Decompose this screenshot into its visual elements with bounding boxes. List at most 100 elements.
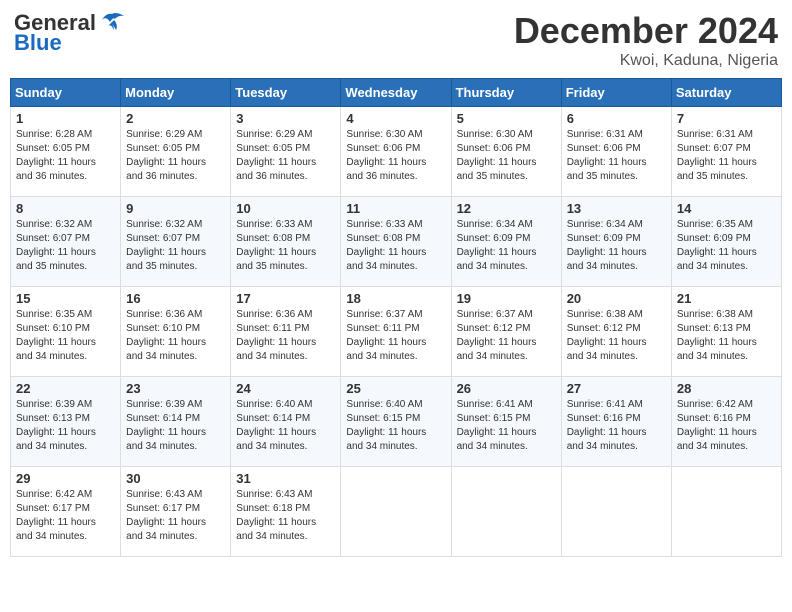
day-number: 11 xyxy=(346,201,445,216)
day-info: Sunrise: 6:42 AM Sunset: 6:17 PM Dayligh… xyxy=(16,488,115,544)
day-number: 17 xyxy=(236,291,335,306)
day-number: 12 xyxy=(457,201,556,216)
day-info: Sunrise: 6:39 AM Sunset: 6:13 PM Dayligh… xyxy=(16,398,115,454)
day-info: Sunrise: 6:35 AM Sunset: 6:09 PM Dayligh… xyxy=(677,218,776,274)
calendar-day-cell: 5 Sunrise: 6:30 AM Sunset: 6:06 PM Dayli… xyxy=(451,107,561,197)
calendar-day-cell: 9 Sunrise: 6:32 AM Sunset: 6:07 PM Dayli… xyxy=(121,197,231,287)
calendar-day-cell: 22 Sunrise: 6:39 AM Sunset: 6:13 PM Dayl… xyxy=(11,377,121,467)
day-number: 27 xyxy=(567,381,666,396)
day-of-week-header: Monday xyxy=(121,79,231,107)
day-number: 21 xyxy=(677,291,776,306)
calendar-day-cell: 28 Sunrise: 6:42 AM Sunset: 6:16 PM Dayl… xyxy=(671,377,781,467)
day-number: 13 xyxy=(567,201,666,216)
day-number: 28 xyxy=(677,381,776,396)
calendar-day-cell xyxy=(341,467,451,557)
day-info: Sunrise: 6:31 AM Sunset: 6:07 PM Dayligh… xyxy=(677,128,776,184)
calendar-week-row: 22 Sunrise: 6:39 AM Sunset: 6:13 PM Dayl… xyxy=(11,377,782,467)
day-number: 25 xyxy=(346,381,445,396)
calendar-day-cell: 27 Sunrise: 6:41 AM Sunset: 6:16 PM Dayl… xyxy=(561,377,671,467)
calendar-day-cell: 21 Sunrise: 6:38 AM Sunset: 6:13 PM Dayl… xyxy=(671,287,781,377)
calendar-day-cell: 20 Sunrise: 6:38 AM Sunset: 6:12 PM Dayl… xyxy=(561,287,671,377)
day-number: 26 xyxy=(457,381,556,396)
day-of-week-header: Tuesday xyxy=(231,79,341,107)
calendar-day-cell: 8 Sunrise: 6:32 AM Sunset: 6:07 PM Dayli… xyxy=(11,197,121,287)
day-info: Sunrise: 6:35 AM Sunset: 6:10 PM Dayligh… xyxy=(16,308,115,364)
calendar-day-cell: 31 Sunrise: 6:43 AM Sunset: 6:18 PM Dayl… xyxy=(231,467,341,557)
logo: General Blue xyxy=(14,10,126,56)
calendar-week-row: 8 Sunrise: 6:32 AM Sunset: 6:07 PM Dayli… xyxy=(11,197,782,287)
calendar-day-cell: 2 Sunrise: 6:29 AM Sunset: 6:05 PM Dayli… xyxy=(121,107,231,197)
page-header: General Blue December 2024 Kwoi, Kaduna,… xyxy=(10,10,782,70)
day-info: Sunrise: 6:34 AM Sunset: 6:09 PM Dayligh… xyxy=(457,218,556,274)
day-number: 5 xyxy=(457,111,556,126)
day-info: Sunrise: 6:40 AM Sunset: 6:15 PM Dayligh… xyxy=(346,398,445,454)
calendar-day-cell: 11 Sunrise: 6:33 AM Sunset: 6:08 PM Dayl… xyxy=(341,197,451,287)
calendar-day-cell: 29 Sunrise: 6:42 AM Sunset: 6:17 PM Dayl… xyxy=(11,467,121,557)
calendar-day-cell: 13 Sunrise: 6:34 AM Sunset: 6:09 PM Dayl… xyxy=(561,197,671,287)
day-number: 2 xyxy=(126,111,225,126)
day-number: 14 xyxy=(677,201,776,216)
day-number: 3 xyxy=(236,111,335,126)
day-of-week-header: Wednesday xyxy=(341,79,451,107)
day-info: Sunrise: 6:33 AM Sunset: 6:08 PM Dayligh… xyxy=(346,218,445,274)
location: Kwoi, Kaduna, Nigeria xyxy=(514,52,778,70)
day-info: Sunrise: 6:37 AM Sunset: 6:12 PM Dayligh… xyxy=(457,308,556,364)
day-info: Sunrise: 6:29 AM Sunset: 6:05 PM Dayligh… xyxy=(126,128,225,184)
calendar-day-cell: 24 Sunrise: 6:40 AM Sunset: 6:14 PM Dayl… xyxy=(231,377,341,467)
day-number: 9 xyxy=(126,201,225,216)
calendar-day-cell: 10 Sunrise: 6:33 AM Sunset: 6:08 PM Dayl… xyxy=(231,197,341,287)
day-info: Sunrise: 6:43 AM Sunset: 6:17 PM Dayligh… xyxy=(126,488,225,544)
calendar-day-cell: 3 Sunrise: 6:29 AM Sunset: 6:05 PM Dayli… xyxy=(231,107,341,197)
calendar-day-cell: 30 Sunrise: 6:43 AM Sunset: 6:17 PM Dayl… xyxy=(121,467,231,557)
day-info: Sunrise: 6:42 AM Sunset: 6:16 PM Dayligh… xyxy=(677,398,776,454)
calendar-day-cell: 23 Sunrise: 6:39 AM Sunset: 6:14 PM Dayl… xyxy=(121,377,231,467)
day-info: Sunrise: 6:36 AM Sunset: 6:10 PM Dayligh… xyxy=(126,308,225,364)
day-info: Sunrise: 6:28 AM Sunset: 6:05 PM Dayligh… xyxy=(16,128,115,184)
day-number: 7 xyxy=(677,111,776,126)
month-title: December 2024 xyxy=(514,10,778,52)
calendar-day-cell: 26 Sunrise: 6:41 AM Sunset: 6:15 PM Dayl… xyxy=(451,377,561,467)
calendar-day-cell: 16 Sunrise: 6:36 AM Sunset: 6:10 PM Dayl… xyxy=(121,287,231,377)
day-number: 10 xyxy=(236,201,335,216)
calendar-day-cell xyxy=(451,467,561,557)
day-info: Sunrise: 6:39 AM Sunset: 6:14 PM Dayligh… xyxy=(126,398,225,454)
logo-text-blue: Blue xyxy=(14,30,62,56)
day-info: Sunrise: 6:32 AM Sunset: 6:07 PM Dayligh… xyxy=(16,218,115,274)
day-number: 19 xyxy=(457,291,556,306)
calendar-table: SundayMondayTuesdayWednesdayThursdayFrid… xyxy=(10,78,782,557)
day-number: 20 xyxy=(567,291,666,306)
calendar-week-row: 29 Sunrise: 6:42 AM Sunset: 6:17 PM Dayl… xyxy=(11,467,782,557)
day-info: Sunrise: 6:37 AM Sunset: 6:11 PM Dayligh… xyxy=(346,308,445,364)
day-number: 31 xyxy=(236,471,335,486)
calendar-day-cell: 12 Sunrise: 6:34 AM Sunset: 6:09 PM Dayl… xyxy=(451,197,561,287)
calendar-day-cell xyxy=(671,467,781,557)
day-number: 1 xyxy=(16,111,115,126)
day-number: 15 xyxy=(16,291,115,306)
day-info: Sunrise: 6:29 AM Sunset: 6:05 PM Dayligh… xyxy=(236,128,335,184)
day-of-week-header: Friday xyxy=(561,79,671,107)
logo-bird-icon xyxy=(98,12,126,34)
day-info: Sunrise: 6:31 AM Sunset: 6:06 PM Dayligh… xyxy=(567,128,666,184)
day-info: Sunrise: 6:30 AM Sunset: 6:06 PM Dayligh… xyxy=(346,128,445,184)
calendar-day-cell: 19 Sunrise: 6:37 AM Sunset: 6:12 PM Dayl… xyxy=(451,287,561,377)
day-info: Sunrise: 6:30 AM Sunset: 6:06 PM Dayligh… xyxy=(457,128,556,184)
day-of-week-header: Thursday xyxy=(451,79,561,107)
calendar-day-cell: 17 Sunrise: 6:36 AM Sunset: 6:11 PM Dayl… xyxy=(231,287,341,377)
calendar-week-row: 15 Sunrise: 6:35 AM Sunset: 6:10 PM Dayl… xyxy=(11,287,782,377)
day-info: Sunrise: 6:33 AM Sunset: 6:08 PM Dayligh… xyxy=(236,218,335,274)
day-number: 6 xyxy=(567,111,666,126)
calendar-day-cell: 15 Sunrise: 6:35 AM Sunset: 6:10 PM Dayl… xyxy=(11,287,121,377)
day-info: Sunrise: 6:43 AM Sunset: 6:18 PM Dayligh… xyxy=(236,488,335,544)
day-info: Sunrise: 6:41 AM Sunset: 6:16 PM Dayligh… xyxy=(567,398,666,454)
day-number: 4 xyxy=(346,111,445,126)
day-number: 18 xyxy=(346,291,445,306)
calendar-week-row: 1 Sunrise: 6:28 AM Sunset: 6:05 PM Dayli… xyxy=(11,107,782,197)
day-of-week-header: Sunday xyxy=(11,79,121,107)
day-of-week-header: Saturday xyxy=(671,79,781,107)
day-info: Sunrise: 6:32 AM Sunset: 6:07 PM Dayligh… xyxy=(126,218,225,274)
day-info: Sunrise: 6:34 AM Sunset: 6:09 PM Dayligh… xyxy=(567,218,666,274)
day-info: Sunrise: 6:41 AM Sunset: 6:15 PM Dayligh… xyxy=(457,398,556,454)
day-info: Sunrise: 6:38 AM Sunset: 6:13 PM Dayligh… xyxy=(677,308,776,364)
day-number: 30 xyxy=(126,471,225,486)
day-info: Sunrise: 6:36 AM Sunset: 6:11 PM Dayligh… xyxy=(236,308,335,364)
